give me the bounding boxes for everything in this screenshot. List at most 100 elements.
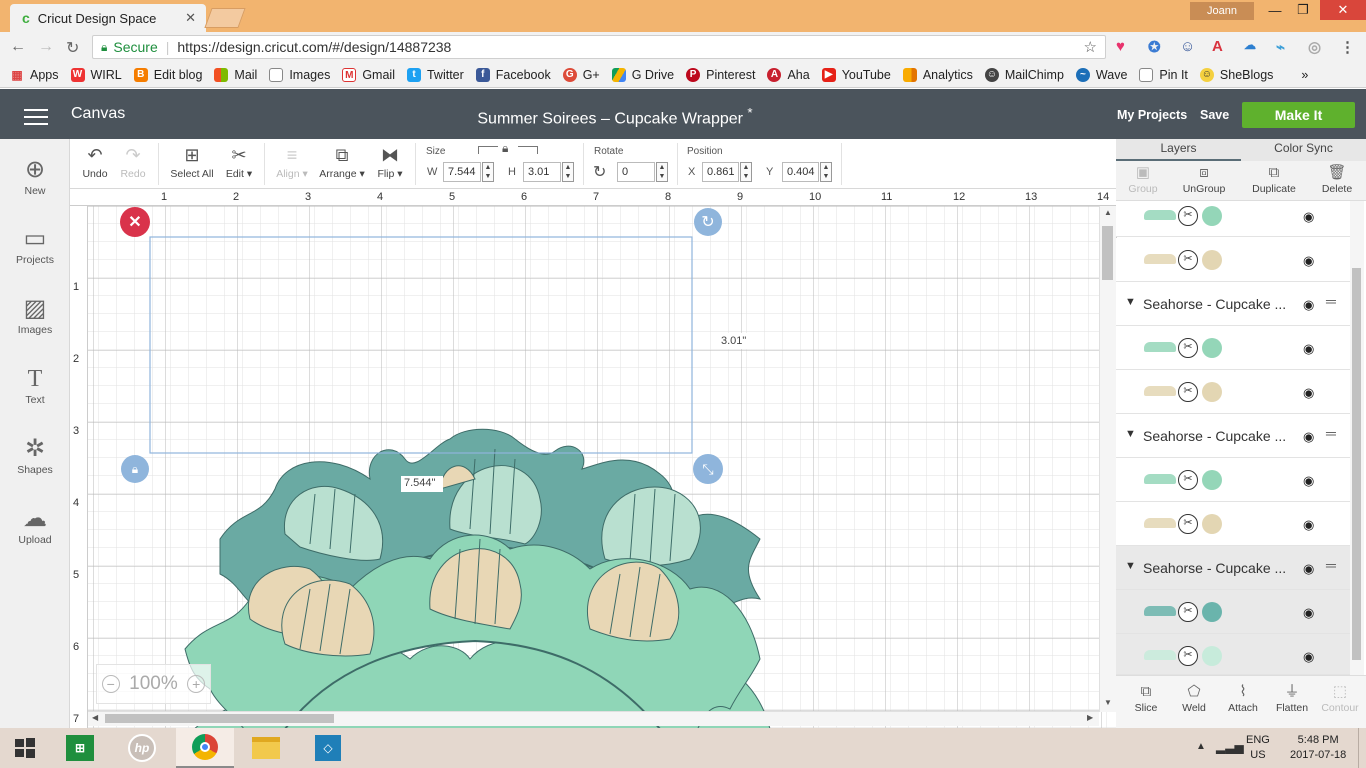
bookmark-facebook[interactable]: f Facebook bbox=[475, 67, 551, 82]
browser-tab[interactable]: c Cricut Design Space ✕ bbox=[10, 4, 206, 32]
duplicate-button[interactable]: ⧉ Duplicate bbox=[1246, 163, 1302, 195]
canvas-horizontal-scroll-thumb[interactable] bbox=[105, 714, 334, 723]
drag-handle-icon[interactable]: ═ bbox=[1326, 557, 1336, 573]
lock-ratio-icon[interactable]: 🔒︎ bbox=[502, 141, 508, 156]
lock-handle-icon[interactable]: 🔒︎ bbox=[121, 455, 149, 483]
file-explorer-taskbar-icon[interactable] bbox=[238, 728, 294, 768]
group-button[interactable]: ▣ Group bbox=[1124, 163, 1162, 195]
bookmark-pin-it[interactable]: Pin It bbox=[1139, 67, 1188, 82]
weld-button[interactable]: ⬠ Weld bbox=[1176, 682, 1212, 714]
heart-extension-icon[interactable]: ♥ bbox=[1116, 38, 1125, 55]
drag-handle-icon[interactable]: ═ bbox=[1326, 293, 1336, 309]
visibility-eye-icon[interactable]: ◉ bbox=[1303, 605, 1314, 621]
tab-close-icon[interactable]: ✕ bbox=[185, 10, 196, 26]
network-signal-icon[interactable]: ▂▃▅ bbox=[1216, 740, 1244, 754]
a-extension-icon[interactable]: A bbox=[1212, 38, 1223, 55]
layer-color-swatch[interactable] bbox=[1202, 514, 1222, 534]
layer-color-swatch[interactable] bbox=[1202, 470, 1222, 490]
new-tab-button[interactable] bbox=[204, 8, 246, 28]
bookmark-pinterest[interactable]: P Pinterest bbox=[686, 67, 755, 82]
resize-handle-icon[interactable]: ⤡ bbox=[693, 454, 723, 484]
layer-color-swatch[interactable] bbox=[1202, 602, 1222, 622]
zoom-in-button[interactable]: + bbox=[187, 675, 206, 693]
make-it-button[interactable]: Make It bbox=[1242, 102, 1355, 128]
bookmark-youtube[interactable]: ▶ YouTube bbox=[821, 67, 891, 82]
clock[interactable]: 5:48 PM 2017-07-18 bbox=[1290, 733, 1346, 763]
circle-extension-icon[interactable]: ◎ bbox=[1308, 38, 1321, 56]
bookmark-edit-blog[interactable]: B Edit blog bbox=[133, 67, 202, 82]
canvas-vertical-scrollbar[interactable] bbox=[1099, 206, 1116, 712]
text-button[interactable]: T Text bbox=[0, 364, 70, 406]
reload-icon[interactable]: ↻ bbox=[66, 38, 79, 58]
bookmark-wirl[interactable]: W WIRL bbox=[70, 67, 122, 82]
design-canvas[interactable] bbox=[70, 189, 1116, 728]
scissors-cut-icon[interactable]: ✂ bbox=[1178, 250, 1198, 270]
star-extension-icon[interactable]: ✪ bbox=[1148, 38, 1161, 56]
height-stepper[interactable]: ▲ ▼ bbox=[562, 162, 574, 182]
profile-button[interactable]: Joann bbox=[1190, 2, 1254, 20]
bookmarks-overflow-icon[interactable]: » bbox=[1301, 68, 1308, 82]
scroll-left-icon[interactable]: ◀ bbox=[92, 713, 98, 722]
rotate-stepper[interactable]: ▲ ▼ bbox=[656, 162, 668, 182]
x-position-input[interactable]: 0.861 bbox=[702, 162, 739, 182]
width-input[interactable]: 7.544 bbox=[443, 162, 481, 182]
shapes-button[interactable]: ✲ Shapes bbox=[0, 434, 70, 476]
align-dropdown[interactable]: ≡ Align ▾ bbox=[272, 142, 312, 180]
scroll-up-icon[interactable]: ▲ bbox=[1104, 208, 1112, 217]
tray-expand-icon[interactable]: ▲ bbox=[1196, 741, 1206, 752]
arrange-dropdown[interactable]: ⧉ Arrange ▾ bbox=[318, 142, 366, 180]
collapse-triangle-icon[interactable]: ▼ bbox=[1125, 296, 1136, 308]
rotate-input[interactable]: 0 bbox=[617, 162, 655, 182]
images-button[interactable]: ▨ Images bbox=[0, 294, 70, 336]
delete-button[interactable]: 🗑︎ Delete bbox=[1316, 163, 1358, 195]
new-button[interactable]: ⊕ New bbox=[0, 155, 70, 197]
bookmark-analytics[interactable]: Analytics bbox=[902, 67, 973, 82]
bookmark-mailchimp[interactable]: ☺ MailChimp bbox=[984, 67, 1064, 82]
my-projects-button[interactable]: My Projects bbox=[1117, 108, 1187, 122]
layers-scroll-thumb[interactable] bbox=[1352, 268, 1361, 660]
scissors-cut-icon[interactable]: ✂ bbox=[1178, 382, 1198, 402]
bookmark-images[interactable]: Images bbox=[269, 67, 330, 82]
scissors-cut-icon[interactable]: ✂ bbox=[1178, 602, 1198, 622]
flatten-button[interactable]: ⏚ Flatten bbox=[1270, 682, 1314, 714]
bookmark-aha[interactable]: A Aha bbox=[767, 67, 810, 82]
save-button[interactable]: Save bbox=[1200, 108, 1229, 122]
x-position-stepper[interactable]: ▲ ▼ bbox=[740, 162, 752, 182]
layer-color-swatch[interactable] bbox=[1202, 646, 1222, 666]
attach-button[interactable]: ⌇ Attach bbox=[1222, 682, 1264, 714]
visibility-eye-icon[interactable]: ◉ bbox=[1303, 429, 1314, 445]
height-input[interactable]: 3.01 bbox=[523, 162, 561, 182]
bookmark-wave[interactable]: ~ Wave bbox=[1075, 67, 1127, 82]
layer-color-swatch[interactable] bbox=[1202, 250, 1222, 270]
scissors-cut-icon[interactable]: ✂ bbox=[1178, 206, 1198, 226]
tab-layers[interactable]: Layers bbox=[1116, 141, 1241, 161]
width-stepper[interactable]: ▲ ▼ bbox=[482, 162, 494, 182]
show-desktop-button[interactable] bbox=[1358, 728, 1366, 768]
language-indicator[interactable]: ENG US bbox=[1246, 733, 1270, 763]
drag-handle-icon[interactable]: ═ bbox=[1326, 425, 1336, 441]
rotate-handle-icon[interactable]: ↻ bbox=[694, 208, 722, 236]
zoom-out-button[interactable]: − bbox=[101, 675, 120, 693]
scroll-right-icon[interactable]: ▶ bbox=[1087, 713, 1093, 722]
visibility-eye-icon[interactable]: ◉ bbox=[1303, 253, 1314, 269]
bird-extension-icon[interactable]: ⌁ bbox=[1276, 38, 1285, 56]
bookmark-gmail[interactable]: M Gmail bbox=[342, 67, 395, 82]
visibility-eye-icon[interactable]: ◉ bbox=[1303, 517, 1314, 533]
start-button[interactable] bbox=[0, 728, 50, 768]
ungroup-button[interactable]: ⧈ UnGroup bbox=[1178, 163, 1230, 195]
scissors-cut-icon[interactable]: ✂ bbox=[1178, 514, 1198, 534]
collapse-triangle-icon[interactable]: ▼ bbox=[1125, 560, 1136, 572]
back-icon[interactable]: ← bbox=[10, 38, 26, 56]
excel-taskbar-icon[interactable]: ⊞ bbox=[52, 728, 108, 768]
menu-dots-icon[interactable]: ⋮ bbox=[1340, 38, 1355, 56]
on-extension-icon[interactable]: ☁ bbox=[1244, 38, 1256, 52]
window-close-button[interactable]: ✕ bbox=[1320, 0, 1366, 20]
bookmark-mail[interactable]: Mail bbox=[214, 67, 257, 82]
hp-taskbar-icon[interactable]: hp bbox=[114, 728, 170, 768]
forward-icon[interactable]: → bbox=[38, 38, 54, 56]
visibility-eye-icon[interactable]: ◉ bbox=[1303, 561, 1314, 577]
tab-color-sync[interactable]: Color Sync bbox=[1241, 141, 1366, 161]
scissors-cut-icon[interactable]: ✂ bbox=[1178, 646, 1198, 666]
bookmark-sheblogs[interactable]: ☺ SheBlogs bbox=[1199, 67, 1273, 82]
user-extension-icon[interactable]: ☺ bbox=[1180, 38, 1195, 55]
